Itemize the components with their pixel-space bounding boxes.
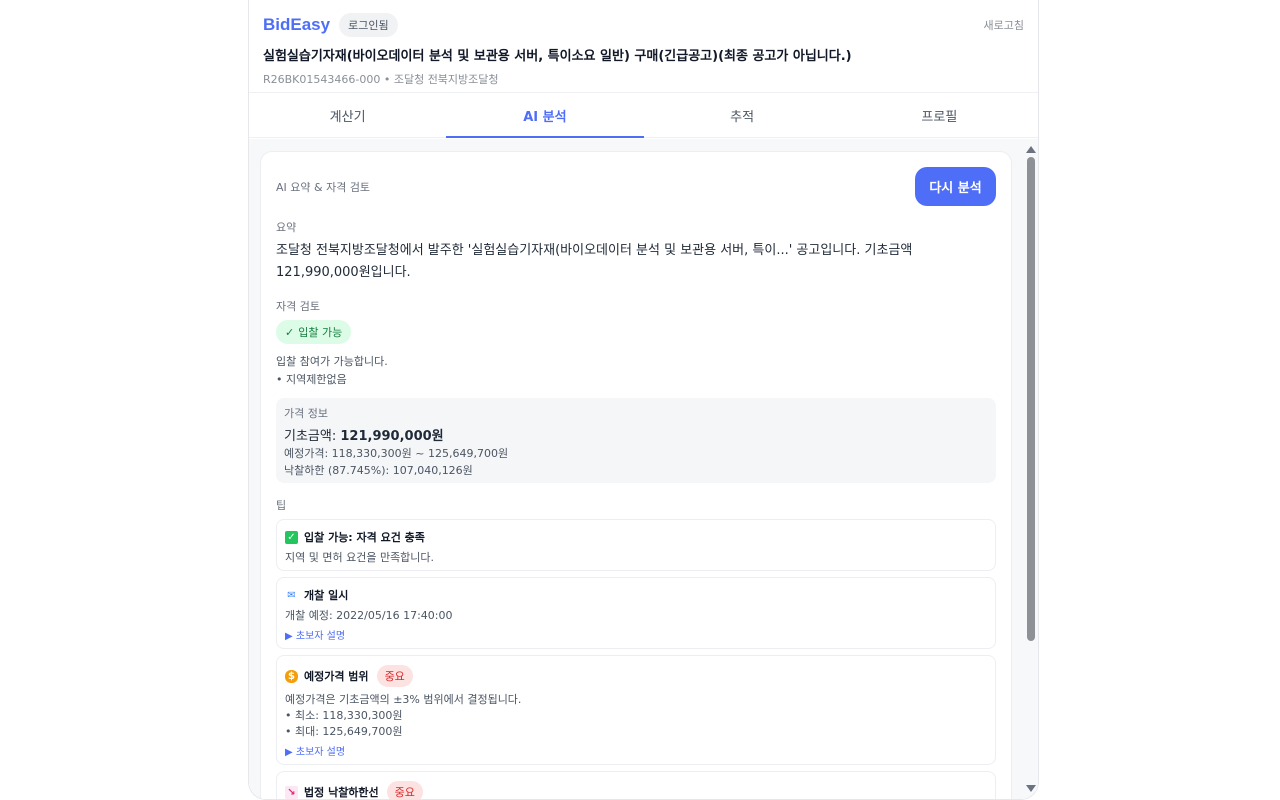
tab-calculator[interactable]: 계산기: [249, 93, 446, 137]
tip-line: 개찰 예정: 2022/05/16 17:40:00: [285, 609, 453, 622]
tip-line: 예정가격은 기초금액의 ±3% 범위에서 결정됩니다.: [285, 693, 522, 706]
tip-line: • 최소: 118,330,300원: [285, 709, 403, 722]
content-scroll-area: AI 요약 & 자격 검토 다시 분석 요약 조달청 전북지방조달청에서 발주한…: [249, 139, 1038, 799]
beginner-explain-link[interactable]: ▶ 초보자 설명: [285, 627, 987, 642]
qualification-note: • 지역제한없음: [276, 373, 347, 386]
tips-label: 팁: [276, 499, 287, 512]
tab-profile[interactable]: 프로필: [841, 93, 1038, 137]
section-title: AI 요약 & 자격 검토: [276, 180, 371, 194]
eligible-badge-label: 입찰 가능: [298, 326, 343, 339]
base-price-label: 기초금액:: [284, 429, 337, 444]
scrollbar-thumb[interactable]: [1027, 157, 1035, 641]
tip-line: • 최대: 125,649,700원: [285, 725, 403, 738]
ai-analysis-card: AI 요약 & 자격 검토 다시 분석 요약 조달청 전북지방조달청에서 발주한…: [260, 151, 1012, 799]
tip-card: ↘ 법정 낙찰하한선 중요: [276, 771, 996, 799]
money-bag-icon: $: [285, 669, 298, 683]
tip-card: ✉ 개찰 일시 개찰 예정: 2022/05/16 17:40:00 ▶ 초보자…: [276, 577, 996, 649]
tip-head: ✉ 개찰 일시: [285, 587, 987, 603]
refresh-link[interactable]: 새로고침: [984, 17, 1024, 33]
tip-card: $ 예정가격 범위 중요 예정가격은 기초금액의 ±3% 범위에서 결정됩니다.…: [276, 655, 996, 765]
check-box-icon: ✓: [285, 530, 298, 544]
price-info-box: 가격 정보 기초금액: 121,990,000원 예정가격: 118,330,3…: [276, 398, 996, 483]
mailbox-icon: ✉: [287, 589, 296, 601]
summary-text: 조달청 전북지방조달청에서 발주한 '실험실습기자재(바이오데이터 분석 및 보…: [276, 243, 913, 280]
tip-title: 입찰 가능: 자격 요건 충족: [304, 531, 425, 544]
eligible-badge: ✓ 입찰 가능: [276, 320, 352, 344]
base-price-value: 121,990,000원: [340, 429, 444, 444]
tip-card: ✓ 입찰 가능: 자격 요건 충족 지역 및 면허 요건을 만족합니다.: [276, 519, 996, 571]
bid-title: 실험실습기자재(바이오데이터 분석 및 보관용 서버, 특이소요 일반) 구매(…: [263, 49, 852, 64]
base-price: 기초금액: 121,990,000원: [284, 425, 988, 444]
price-info-title: 가격 정보: [284, 407, 328, 420]
qualification-label: 자격 검토: [276, 300, 320, 313]
reanalyze-button[interactable]: 다시 분석: [915, 167, 996, 206]
tip-body: 개찰 예정: 2022/05/16 17:40:00: [285, 608, 987, 624]
beginner-explain-link[interactable]: ▶ 초보자 설명: [285, 743, 987, 758]
header: BidEasy 로그인됨 새로고침 실험실습기자재(바이오데이터 분석 및 보관…: [249, 0, 1038, 93]
tip-body: 예정가격은 기초금액의 ±3% 범위에서 결정됩니다. • 최소: 118,33…: [285, 692, 987, 740]
tip-title: 개찰 일시: [304, 589, 349, 602]
tip-head: $ 예정가격 범위 중요: [285, 665, 987, 687]
chart-down-icon: ↘: [285, 785, 298, 799]
qualification-desc: 입찰 참여가 가능합니다. • 지역제한없음: [276, 353, 996, 389]
scroll-up-arrow-icon[interactable]: [1026, 146, 1036, 153]
important-badge: 중요: [386, 781, 423, 799]
check-icon: ✓: [285, 325, 295, 339]
estimated-price-range: 예정가격: 118,330,300원 ~ 125,649,700원: [284, 447, 509, 460]
tip-head: ✓ 입찰 가능: 자격 요건 충족: [285, 529, 987, 545]
tab-ai-analysis[interactable]: AI 분석: [446, 93, 644, 138]
tip-line: 지역 및 면허 요건을 만족합니다.: [285, 551, 435, 564]
brand-row: BidEasy 로그인됨: [263, 13, 1024, 37]
tip-title: 법정 낙찰하한선: [304, 786, 379, 799]
qualification-text: 입찰 참여가 가능합니다.: [276, 355, 388, 368]
lower-limit-price: 낙찰하한 (87.745%): 107,040,126원: [284, 464, 473, 477]
scroll-down-arrow-icon[interactable]: [1026, 785, 1036, 792]
important-badge: 중요: [376, 665, 413, 687]
login-status-badge: 로그인됨: [339, 13, 398, 37]
tip-title: 예정가격 범위: [304, 670, 369, 683]
tip-head: ↘ 법정 낙찰하한선 중요: [285, 781, 987, 799]
brand-logo: BidEasy: [263, 15, 331, 34]
bid-meta: R26BK01543466-000 • 조달청 전북지방조달청: [263, 73, 499, 86]
scrollbar[interactable]: [1024, 139, 1038, 799]
summary-label: 요약: [276, 221, 297, 234]
tab-bar: 계산기 AI 분석 추적 프로필: [249, 93, 1038, 138]
tip-body: 지역 및 면허 요건을 만족합니다.: [285, 550, 987, 566]
extension-panel: BidEasy 로그인됨 새로고침 실험실습기자재(바이오데이터 분석 및 보관…: [248, 0, 1039, 800]
tab-tracking[interactable]: 추적: [644, 93, 841, 137]
card-header: AI 요약 & 자격 검토 다시 분석: [276, 167, 996, 206]
